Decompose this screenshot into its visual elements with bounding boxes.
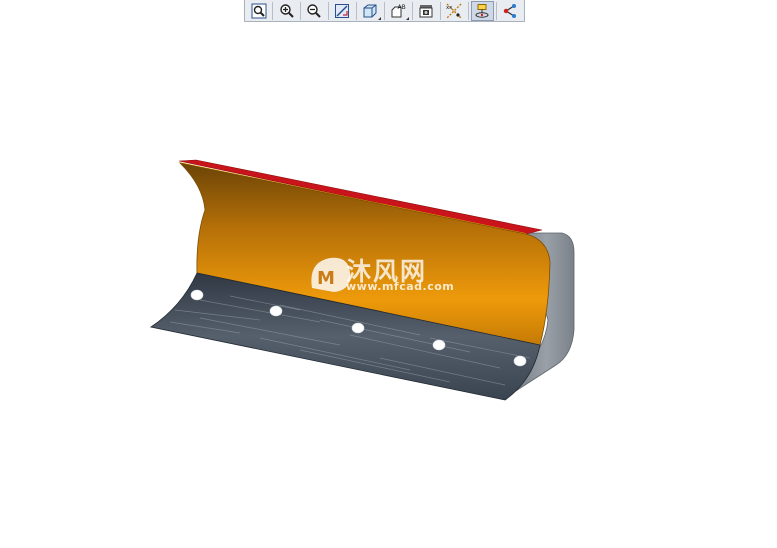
toolbar-separator	[300, 1, 301, 20]
flyout-corner-icon	[377, 16, 381, 20]
annotation-display-icon	[504, 3, 517, 18]
spin-center-button[interactable]	[470, 0, 494, 21]
refit-button[interactable]	[247, 1, 270, 21]
view-toolbar: AB xx	[244, 0, 525, 22]
saved-views-icon: AB	[391, 4, 406, 17]
spin-center-icon	[475, 3, 489, 18]
toolbar-separator	[439, 1, 441, 20]
datum-display-icon: xx	[446, 3, 462, 18]
zoom-out-button[interactable]	[303, 1, 326, 21]
watermark: 沐风网 www.mfcad.com	[306, 252, 486, 296]
repaint-icon	[335, 3, 350, 18]
repaint-button[interactable]	[331, 1, 354, 21]
toolbar-separator	[411, 1, 413, 20]
toolbar-separator	[355, 1, 357, 20]
bolt-hole	[190, 289, 204, 301]
zoom-out-icon	[307, 3, 322, 18]
datum-display-button[interactable]: xx	[443, 1, 466, 21]
toolbar-separator	[272, 1, 273, 20]
view-manager-button[interactable]	[415, 1, 438, 21]
zoom-in-button[interactable]	[275, 1, 298, 21]
display-style-button[interactable]	[359, 1, 382, 21]
refit-icon	[251, 3, 267, 18]
saved-views-button[interactable]: AB	[387, 1, 410, 21]
toolbar-separator	[328, 1, 329, 20]
toolbar-separator	[383, 1, 385, 20]
bolt-hole	[432, 339, 446, 351]
bolt-hole	[351, 322, 365, 334]
bolt-hole	[513, 355, 527, 367]
watermark-url: www.mfcad.com	[346, 280, 455, 293]
toolbar-separator	[467, 1, 469, 20]
view-manager-icon	[419, 4, 433, 17]
display-style-icon	[363, 4, 377, 17]
annotation-display-button[interactable]	[499, 1, 522, 21]
zoom-in-icon	[279, 3, 294, 18]
bolt-hole	[269, 305, 283, 317]
svg-text:AB: AB	[398, 4, 406, 11]
toolbar-separator	[495, 1, 497, 20]
svg-text:xx: xx	[446, 5, 453, 11]
flyout-corner-icon	[405, 16, 409, 20]
